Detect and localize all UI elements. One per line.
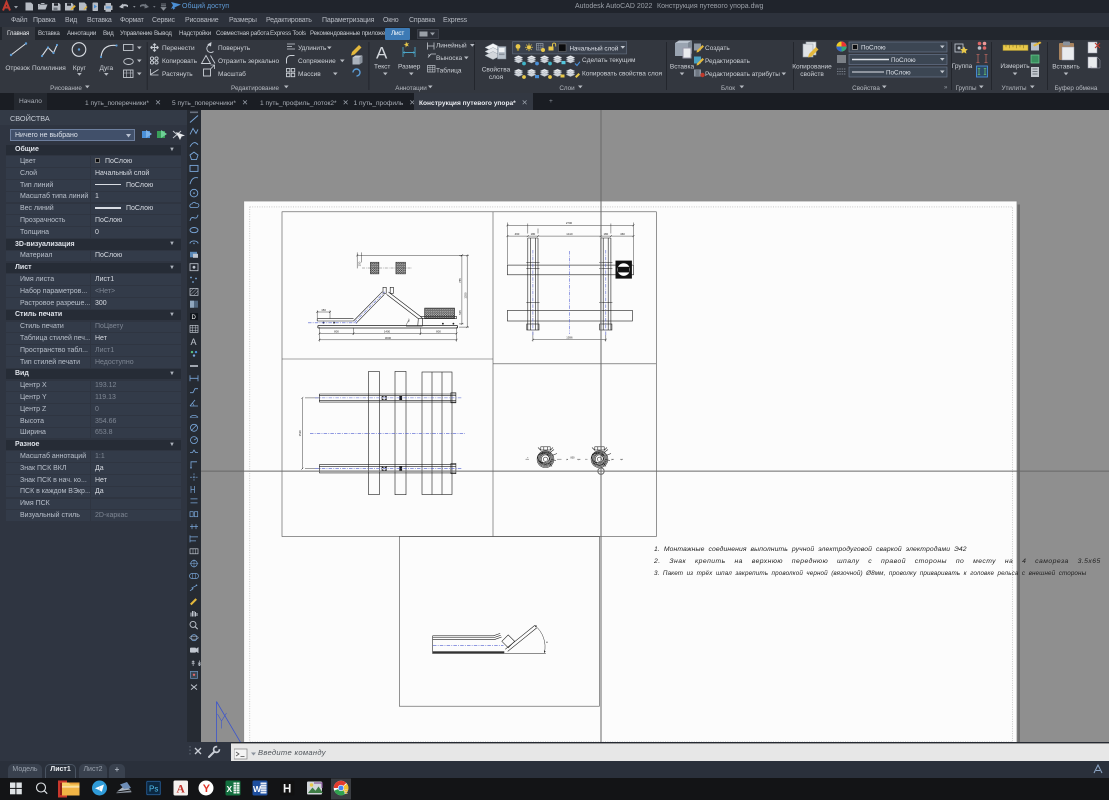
svg-text:Копирование: Копирование bbox=[792, 64, 832, 71]
svg-text:Линейный: Линейный bbox=[436, 42, 467, 50]
svg-text:Копировать: Копировать bbox=[162, 58, 198, 65]
svg-text:Таблица: Таблица bbox=[436, 67, 462, 75]
svg-text:ПоСлою: ПоСлою bbox=[891, 57, 916, 64]
svg-text:3000: 3000 bbox=[385, 336, 392, 340]
svg-text:Отразить зеркально: Отразить зеркально bbox=[218, 58, 279, 65]
svg-text:H: H bbox=[283, 784, 291, 796]
svg-text:↟↡: ↟↡ bbox=[190, 658, 201, 667]
svg-text:Буфер обмена: Буфер обмена bbox=[1055, 84, 1098, 92]
svg-text:1410: 1410 bbox=[566, 231, 573, 235]
svg-text:800: 800 bbox=[334, 329, 339, 333]
svg-text:Круг: Круг bbox=[73, 65, 87, 72]
svg-text:Группы: Группы bbox=[956, 85, 977, 92]
svg-text:180: 180 bbox=[603, 231, 608, 235]
svg-text:Размер: Размер bbox=[398, 64, 421, 71]
svg-text:Аннотации: Аннотации bbox=[395, 85, 427, 92]
svg-text:Выноска: Выноска bbox=[436, 55, 462, 62]
svg-text:1350: 1350 bbox=[463, 291, 467, 298]
svg-text:Редактирование: Редактирование bbox=[231, 85, 279, 92]
svg-text:Редактировать атрибуты: Редактировать атрибуты bbox=[705, 70, 780, 78]
svg-text:A: A bbox=[177, 784, 186, 796]
svg-text:460: 460 bbox=[620, 231, 625, 235]
svg-text:Свойства: Свойства bbox=[852, 84, 880, 92]
svg-text:Перенести: Перенести bbox=[162, 45, 195, 52]
svg-text:1520: 1520 bbox=[298, 429, 302, 436]
svg-text:Ps: Ps bbox=[149, 785, 158, 794]
svg-text:свойств: свойств bbox=[800, 70, 824, 78]
svg-text:Сделать текущим: Сделать текущим bbox=[582, 57, 636, 64]
svg-text:Группа: Группа bbox=[952, 63, 973, 70]
svg-text:460: 460 bbox=[515, 231, 520, 235]
svg-text:Повернуть: Повернуть bbox=[218, 45, 251, 52]
svg-text:»: » bbox=[944, 85, 948, 91]
svg-text:Текст: Текст bbox=[374, 64, 390, 71]
svg-text:800: 800 bbox=[571, 456, 576, 459]
svg-text:Массив: Массив bbox=[298, 71, 321, 78]
svg-text:Блок: Блок bbox=[721, 85, 735, 92]
svg-text:D: D bbox=[192, 315, 197, 321]
svg-text:Копировать свойства слоя: Копировать свойства слоя bbox=[582, 70, 662, 78]
svg-text:A: A bbox=[191, 336, 197, 346]
svg-text:Отрезок: Отрезок bbox=[5, 65, 30, 72]
svg-text:слоя: слоя bbox=[489, 74, 504, 81]
svg-text:Растянуть: Растянуть bbox=[162, 71, 193, 78]
svg-text:ПоСлою: ПоСлою bbox=[861, 44, 886, 51]
svg-text:Масштаб: Масштаб bbox=[218, 70, 246, 78]
svg-text:150: 150 bbox=[358, 261, 362, 266]
svg-text:Рисование: Рисование bbox=[50, 85, 82, 92]
svg-text:Y: Y bbox=[203, 783, 211, 795]
svg-text:А: А bbox=[376, 44, 388, 63]
svg-text:150: 150 bbox=[321, 308, 326, 312]
svg-text:Удлинить: Удлинить bbox=[298, 45, 327, 52]
svg-text:Дуга: Дуга bbox=[99, 65, 113, 72]
svg-text:X: X bbox=[227, 784, 233, 794]
svg-text:Измерить: Измерить bbox=[1000, 63, 1030, 70]
svg-text:1596: 1596 bbox=[566, 335, 573, 339]
svg-text:Полилиния: Полилиния bbox=[32, 65, 66, 72]
svg-text:W: W bbox=[253, 784, 262, 794]
svg-text:Е: Е bbox=[344, 790, 348, 796]
svg-text:Вставка: Вставка bbox=[670, 64, 695, 71]
svg-text:Утилиты: Утилиты bbox=[1001, 85, 1026, 92]
svg-text:180: 180 bbox=[531, 231, 536, 235]
svg-text:2700: 2700 bbox=[566, 221, 573, 225]
svg-text:Свойства: Свойства bbox=[482, 66, 511, 74]
svg-text:Слои: Слои bbox=[559, 85, 575, 92]
svg-text:Вставить: Вставить bbox=[1052, 64, 1080, 71]
svg-text:Сопряжение: Сопряжение bbox=[298, 58, 336, 65]
svg-text:Создать: Создать bbox=[705, 45, 730, 52]
svg-text:ПоСлою: ПоСлою bbox=[886, 69, 911, 76]
svg-text:Редактировать: Редактировать bbox=[705, 58, 751, 65]
svg-text:1400: 1400 bbox=[384, 329, 391, 333]
svg-text:Начальный слой: Начальный слой bbox=[570, 45, 619, 53]
svg-text:800: 800 bbox=[436, 329, 441, 333]
svg-text:785: 785 bbox=[458, 277, 462, 282]
svg-text:565: 565 bbox=[458, 309, 462, 314]
